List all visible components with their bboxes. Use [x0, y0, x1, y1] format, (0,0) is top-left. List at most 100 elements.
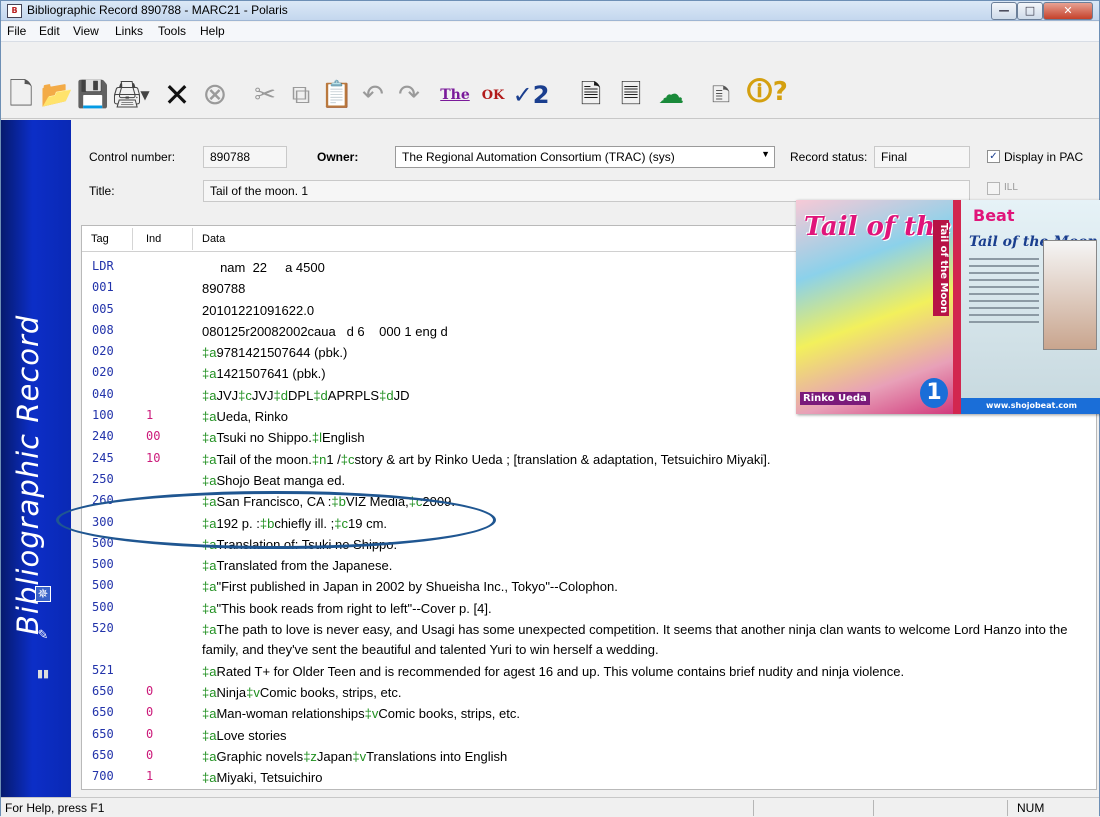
marc-tag[interactable]: 650 [92, 684, 114, 698]
marc-tag[interactable]: 650 [92, 727, 114, 741]
column-ind[interactable]: Ind [146, 233, 161, 245]
column-divider[interactable] [192, 228, 193, 250]
marc-tag[interactable]: 500 [92, 600, 114, 614]
menu-file[interactable]: File [7, 24, 26, 38]
marc-row[interactable]: 521 ‡aRated T+ for Older Teen and is reco… [82, 661, 1096, 682]
marc-tag[interactable]: 521 [92, 663, 114, 677]
owner-select[interactable]: The Regional Automation Consortium (TRAC… [395, 146, 775, 168]
marc-tag[interactable]: 500 [92, 578, 114, 592]
help-icon[interactable]: 🛈? [746, 77, 788, 113]
menu-edit[interactable]: Edit [39, 24, 60, 38]
link-icon[interactable]: ☁ [653, 77, 689, 113]
marc-tag[interactable]: LDR [92, 259, 114, 273]
marc-tag[interactable]: 020 [92, 365, 114, 379]
marc-data[interactable]: ‡aTsuki no Shippo.‡lEnglish [202, 427, 1096, 448]
column-tag[interactable]: Tag [91, 233, 109, 245]
marc-data[interactable]: ‡aLove stories [202, 725, 1096, 746]
marc-indicator[interactable]: 0 [146, 684, 153, 698]
marc-data[interactable]: ‡aThe path to love is never easy, and Us… [202, 619, 1096, 661]
open-folder-icon[interactable]: 📂 [39, 77, 75, 113]
marc-row[interactable]: 250 ‡aShojo Beat manga ed. [82, 470, 1096, 491]
close-button[interactable]: ✕ [1043, 2, 1093, 20]
marc-row[interactable]: 650 0 ‡aMan-woman relationships‡vComic boo… [82, 703, 1096, 724]
marc-row[interactable]: 650 0 ‡aLove stories [82, 725, 1096, 746]
marc-row[interactable]: 650 0 ‡aNinja‡vComic books, strips, etc. [82, 682, 1096, 703]
subfield-code: ‡c [238, 387, 252, 403]
marc-tag[interactable]: 500 [92, 557, 114, 571]
marc-row[interactable]: 700 1 ‡aMiyaki, Tetsuichiro [82, 767, 1096, 788]
duplicate-icon[interactable]: 🗎 [573, 77, 609, 113]
record-view-icon[interactable]: ✵ [35, 586, 51, 602]
marc-data[interactable]: ‡aNinja‡vComic books, strips, etc. [202, 682, 1096, 703]
marc-tag[interactable]: 650 [92, 748, 114, 762]
marc-tag[interactable]: 240 [92, 429, 114, 443]
menu-tools[interactable]: Tools [158, 24, 186, 38]
undo-icon[interactable]: ↶ [355, 77, 391, 113]
marc-data[interactable]: ‡a"This book reads from right to left"--… [202, 598, 1096, 619]
marc-data[interactable]: ‡aTail of the moon.‡n1 /‡cstory & art by… [202, 449, 1096, 470]
marc-tag[interactable]: 008 [92, 323, 114, 337]
marc-row[interactable]: 500 ‡aTranslated from the Japanese. [82, 555, 1096, 576]
marc-indicator[interactable]: 0 [146, 727, 153, 741]
marc-tag[interactable]: 250 [92, 472, 114, 486]
marc-tag[interactable]: 245 [92, 451, 114, 465]
minimize-button[interactable]: — [991, 2, 1017, 20]
statistics-icon[interactable]: ▮▮ [35, 666, 51, 682]
marc-row[interactable]: 500 ‡a"First published in Japan in 2002 b… [82, 576, 1096, 597]
display-in-pac-checkbox[interactable]: ✓ [987, 150, 1000, 163]
delete-icon[interactable]: ✕ [159, 77, 195, 113]
marc-indicator[interactable]: 1 [146, 769, 153, 783]
marc-row[interactable]: 240 00 ‡aTsuki no Shippo.‡lEnglish [82, 427, 1096, 448]
properties-icon[interactable]: 🗈 [703, 77, 739, 113]
validate-icon[interactable]: The [437, 77, 473, 113]
marc-data[interactable]: ‡aShojo Beat manga ed. [202, 470, 1096, 491]
marc-indicator[interactable]: 0 [146, 705, 153, 719]
cancel-icon[interactable]: ⊗ [197, 77, 233, 113]
marc-indicator[interactable]: 1 [146, 408, 153, 422]
marc-tag[interactable]: 001 [92, 280, 114, 294]
app-icon[interactable]: B [7, 4, 22, 18]
menu-view[interactable]: View [73, 24, 99, 38]
marc-indicator[interactable]: 00 [146, 429, 160, 443]
paste-icon[interactable]: 📋 [319, 77, 355, 113]
cover-front: Tail of the Moon Tail of the Moon Rinko … [796, 200, 953, 414]
marc-row[interactable]: 650 0 ‡aGraphic novels‡zJapan‡vTranslation… [82, 746, 1096, 767]
marc-indicator[interactable]: 10 [146, 451, 160, 465]
column-divider[interactable] [132, 228, 133, 250]
marc-tag[interactable]: 100 [92, 408, 114, 422]
print-dropdown-icon[interactable]: ▼ [137, 77, 153, 113]
marc-data[interactable]: ‡aMiyaki, Tetsuichiro [202, 767, 1096, 788]
ok-icon[interactable]: OK [475, 77, 511, 113]
marc-row[interactable]: 520 ‡aThe path to love is never easy, and… [82, 619, 1096, 661]
marc-indicator[interactable]: 0 [146, 748, 153, 762]
marc-data[interactable]: ‡aMan-woman relationships‡vComic books, … [202, 703, 1096, 724]
menu-help[interactable]: Help [200, 24, 225, 38]
cut-icon[interactable]: ✂ [247, 77, 283, 113]
record-icon[interactable]: 🗏 [613, 77, 649, 113]
marc-tag[interactable]: 520 [92, 621, 114, 635]
new-document-icon[interactable]: 🗋 [3, 77, 39, 113]
column-data[interactable]: Data [202, 233, 225, 245]
save-icon[interactable]: 💾 [75, 77, 111, 113]
marc-tag[interactable]: 040 [92, 387, 114, 401]
marc-row[interactable]: 500 ‡a"This book reads from right to left… [82, 598, 1096, 619]
marc-tag[interactable]: 650 [92, 705, 114, 719]
marc-data[interactable]: ‡aTranslated from the Japanese. [202, 555, 1096, 576]
chevron-down-icon[interactable]: ▼ [761, 149, 770, 159]
spellcheck-icon[interactable]: ✓2 [513, 77, 550, 113]
menu-links[interactable]: Links [115, 24, 143, 38]
copy-icon[interactable]: ⧉ [283, 77, 319, 113]
marc-tag[interactable]: 020 [92, 344, 114, 358]
ill-checkbox[interactable] [987, 182, 1000, 195]
marc-tag[interactable]: 700 [92, 769, 114, 783]
title-bar[interactable]: B Bibliographic Record 890788 - MARC21 -… [1, 1, 1099, 21]
marc-tag[interactable]: 005 [92, 302, 114, 316]
redo-icon[interactable]: ↷ [391, 77, 427, 113]
marc-data[interactable]: ‡aGraphic novels‡zJapan‡vTranslations in… [202, 746, 1096, 767]
maximize-button[interactable]: □ [1017, 2, 1043, 20]
marc-row[interactable]: 245 10 ‡aTail of the moon.‡n1 /‡cstory & a… [82, 449, 1096, 470]
marc-data[interactable]: ‡aRated T+ for Older Teen and is recomme… [202, 661, 1096, 682]
status-divider [1007, 800, 1008, 816]
marc-data[interactable]: ‡a"First published in Japan in 2002 by S… [202, 576, 1096, 597]
edit-pen-icon[interactable]: ✎ [35, 628, 51, 644]
